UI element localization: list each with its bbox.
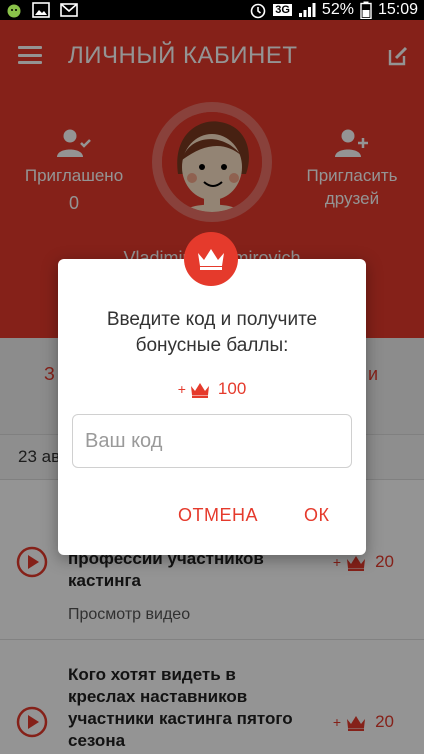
dialog-title-line1: Введите код и получите	[106, 309, 318, 330]
crown-icon	[190, 383, 209, 398]
network-type: 3G	[273, 4, 292, 16]
alarm-icon	[250, 3, 266, 19]
battery-percent: 52%	[321, 1, 354, 18]
reward-value: 100	[217, 379, 247, 398]
signal-icon	[298, 3, 316, 17]
cancel-button[interactable]: ОТМЕНА	[178, 505, 258, 526]
gmail-icon	[60, 3, 78, 17]
reward-amount: + 100	[58, 379, 366, 399]
ok-button[interactable]: ОК	[304, 505, 330, 526]
status-notifications	[6, 2, 78, 18]
dialog-title: Введите код и получите бонусные баллы:	[58, 307, 366, 359]
crown-badge	[184, 232, 238, 286]
crown-icon	[198, 249, 224, 270]
promo-code-input[interactable]	[72, 414, 352, 468]
clock: 15:09	[377, 1, 418, 18]
android-app-icon	[7, 4, 21, 18]
reward-prefix: +	[177, 381, 186, 397]
dialog-title-line2: бонусные баллы:	[135, 335, 289, 356]
gallery-icon	[32, 2, 50, 18]
promo-code-dialog: Введите код и получите бонусные баллы: +…	[58, 259, 366, 555]
status-bar: 3G 52% 15:09	[0, 0, 424, 20]
status-system: 3G 52% 15:09	[249, 0, 418, 20]
battery-icon	[360, 1, 372, 19]
